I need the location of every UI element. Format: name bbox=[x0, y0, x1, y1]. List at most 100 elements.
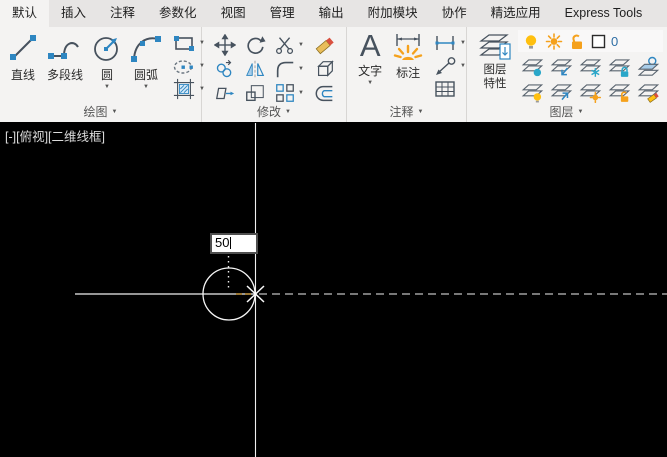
line-button[interactable]: 直线 bbox=[6, 27, 40, 104]
layer-on-all-icon bbox=[521, 81, 545, 103]
modify-panel: 修改 bbox=[202, 27, 347, 122]
chevron-down-icon bbox=[281, 105, 291, 119]
rotate-icon bbox=[244, 34, 266, 56]
viewport-controls-label[interactable]: [-][俯视][二维线框] bbox=[5, 126, 105, 145]
move-button[interactable] bbox=[212, 33, 242, 57]
chevron-down-icon bbox=[108, 105, 118, 119]
layer-make-current-button[interactable] bbox=[634, 54, 663, 79]
tab-express-tools[interactable]: Express Tools bbox=[553, 0, 655, 27]
chevron-down-icon[interactable] bbox=[298, 84, 304, 102]
unlock-icon[interactable] bbox=[568, 33, 586, 50]
drawing-canvas[interactable]: [-][俯视][二维线框] 50 bbox=[0, 122, 667, 457]
ellipse-button[interactable] bbox=[172, 55, 205, 77]
ribbon: 直线 多段线 bbox=[0, 27, 667, 122]
tab-insert[interactable]: 插入 bbox=[49, 0, 98, 27]
circle-icon bbox=[90, 31, 124, 65]
stretch-button[interactable] bbox=[212, 81, 242, 105]
rectangle-button[interactable] bbox=[172, 32, 205, 54]
offset-button[interactable] bbox=[312, 81, 342, 105]
tab-annotate[interactable]: 注释 bbox=[98, 0, 147, 27]
layers-panel-footer[interactable]: 图层 bbox=[467, 104, 666, 122]
text-button[interactable]: A 文字 bbox=[353, 27, 387, 104]
offset-icon bbox=[314, 82, 336, 104]
line-label: 直线 bbox=[11, 66, 35, 83]
layer-off-icon bbox=[521, 56, 545, 78]
layer-on-all-button[interactable] bbox=[518, 79, 547, 104]
line-icon bbox=[6, 31, 40, 65]
arc-label: 圆弧 bbox=[134, 66, 158, 83]
layer-properties-label-1: 图层 bbox=[484, 64, 507, 77]
leader-button[interactable] bbox=[433, 55, 466, 77]
layer-properties-icon bbox=[477, 31, 513, 63]
tab-addins[interactable]: 附加模块 bbox=[356, 0, 430, 27]
copy-button[interactable] bbox=[212, 57, 242, 81]
layer-unisolate-button[interactable] bbox=[547, 79, 576, 104]
dimension-button[interactable]: 标注 bbox=[389, 27, 427, 104]
layer-thaw-button[interactable] bbox=[576, 79, 605, 104]
polyline-button[interactable]: 多段线 bbox=[43, 27, 87, 104]
layer-freeze-icon bbox=[579, 56, 603, 78]
autocad-window: 默认 插入 注释 参数化 视图 管理 输出 附加模块 协作 精选应用 Expre… bbox=[0, 0, 667, 457]
circle-button[interactable]: 圆 bbox=[90, 27, 124, 104]
tab-manage[interactable]: 管理 bbox=[258, 0, 307, 27]
dynamic-input-field[interactable]: 50 bbox=[210, 233, 258, 254]
rectangle-icon bbox=[172, 33, 196, 53]
scale-icon bbox=[244, 82, 266, 104]
layer-unlock-icon bbox=[608, 81, 632, 103]
draw-panel-footer[interactable]: 绘图 bbox=[0, 104, 201, 122]
tab-view[interactable]: 视图 bbox=[209, 0, 258, 27]
explode-button[interactable] bbox=[312, 57, 342, 81]
layer-unlock-button[interactable] bbox=[605, 79, 634, 104]
array-button[interactable] bbox=[272, 81, 312, 105]
hatch-button[interactable] bbox=[172, 78, 205, 100]
chevron-down-icon[interactable] bbox=[143, 84, 149, 90]
layer-isolate-icon bbox=[550, 56, 574, 78]
draw-panel: 直线 多段线 bbox=[0, 27, 202, 122]
chevron-down-icon[interactable] bbox=[367, 80, 373, 86]
circle-label: 圆 bbox=[101, 66, 113, 83]
linear-dimension-button[interactable] bbox=[433, 32, 466, 54]
layer-properties-label-2: 特性 bbox=[484, 78, 507, 91]
arc-button[interactable]: 圆弧 bbox=[127, 27, 165, 104]
color-swatch[interactable] bbox=[591, 34, 606, 49]
erase-button[interactable] bbox=[312, 33, 342, 57]
table-button[interactable] bbox=[433, 78, 466, 100]
sun-icon[interactable] bbox=[545, 33, 563, 50]
text-label: 文字 bbox=[358, 62, 382, 79]
canvas-geometry bbox=[0, 122, 667, 457]
modify-panel-footer[interactable]: 修改 bbox=[202, 104, 346, 122]
fillet-icon bbox=[274, 58, 296, 80]
layer-freeze-button[interactable] bbox=[576, 54, 605, 79]
dynamic-input-value: 50 bbox=[215, 235, 229, 250]
bulb-icon[interactable] bbox=[522, 33, 540, 50]
layer-change-to-current-button[interactable] bbox=[634, 79, 663, 104]
chevron-down-icon[interactable] bbox=[104, 84, 110, 90]
tab-collaborate[interactable]: 协作 bbox=[430, 0, 479, 27]
tab-output[interactable]: 输出 bbox=[307, 0, 356, 27]
stretch-icon bbox=[214, 82, 236, 104]
scale-button[interactable] bbox=[242, 81, 272, 105]
annotation-panel-footer[interactable]: 注释 bbox=[347, 104, 466, 122]
layer-off-button[interactable] bbox=[518, 54, 547, 79]
trim-button[interactable] bbox=[272, 33, 312, 57]
hatch-icon bbox=[172, 78, 196, 100]
tab-featured-apps[interactable]: 精选应用 bbox=[479, 0, 553, 27]
layer-isolate-button[interactable] bbox=[547, 54, 576, 79]
chevron-down-icon[interactable] bbox=[298, 36, 304, 54]
chevron-down-icon[interactable] bbox=[298, 60, 304, 78]
ribbon-tabbar: 默认 插入 注释 参数化 视图 管理 输出 附加模块 协作 精选应用 Expre… bbox=[0, 0, 667, 27]
layer-unisolate-icon bbox=[550, 81, 574, 103]
chevron-down-icon[interactable] bbox=[460, 34, 466, 52]
layer-lock-button[interactable] bbox=[605, 54, 634, 79]
linear-dim-icon bbox=[433, 33, 457, 53]
layer-properties-button[interactable]: 图层 特性 bbox=[472, 27, 518, 104]
layer-dropdown[interactable]: 0 bbox=[518, 30, 663, 52]
fillet-button[interactable] bbox=[272, 57, 312, 81]
rotate-button[interactable] bbox=[242, 33, 272, 57]
mirror-button[interactable] bbox=[242, 57, 272, 81]
tab-parametric[interactable]: 参数化 bbox=[147, 0, 209, 27]
layers-panel-title: 图层 bbox=[550, 105, 574, 119]
chevron-down-icon[interactable] bbox=[460, 57, 466, 75]
tab-default[interactable]: 默认 bbox=[0, 0, 49, 27]
annotation-panel: A 文字 bbox=[347, 27, 467, 122]
